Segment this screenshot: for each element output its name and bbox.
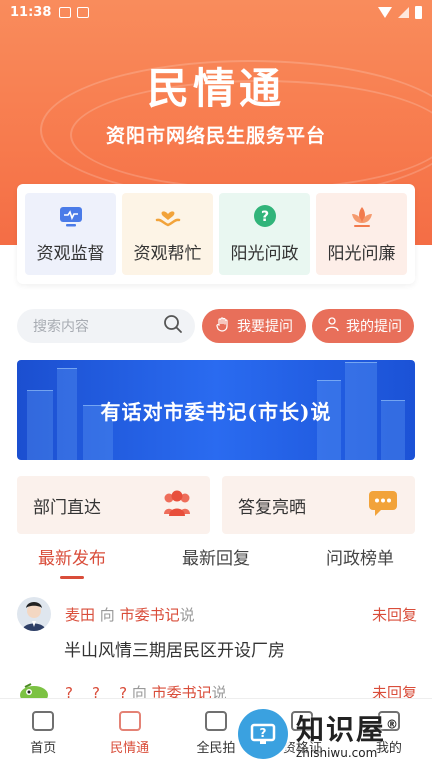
status-right — [378, 5, 422, 19]
camera-icon — [205, 711, 228, 731]
chat-bubble-icon — [367, 488, 399, 522]
department-direct-label: 部门直达 — [33, 497, 101, 518]
feature-label: 资观监督 — [36, 244, 105, 264]
reply-showcase-label: 答复亮晒 — [238, 497, 306, 518]
svg-text:?: ? — [260, 209, 268, 225]
post-verb: 向 — [99, 605, 115, 624]
my-questions-button[interactable]: 我的提问 — [312, 309, 414, 343]
status-badge: 未回复 — [371, 605, 417, 624]
nav-label: 全民拍 — [196, 741, 236, 756]
group-icon — [160, 488, 194, 522]
lotus-icon — [348, 203, 376, 231]
ask-question-button[interactable]: 我要提问 — [202, 309, 306, 343]
bottom-nav: 首页 民情通 全民拍 资格证 我的 — [0, 698, 432, 768]
my-questions-label: 我的提问 — [346, 319, 402, 335]
search-icon[interactable] — [163, 314, 183, 338]
post-meta: 麦田 向 市委书记说 — [65, 604, 372, 625]
nav-label: 我的 — [375, 741, 402, 756]
ask-question-label: 我要提问 — [237, 319, 293, 335]
post-title[interactable]: 半山风情三期居民区开设厂房 — [64, 636, 285, 661]
feature-politics[interactable]: ? 阳光问政 — [219, 193, 310, 275]
nav-mine[interactable]: 我的 — [346, 699, 432, 768]
nav-minqingtong[interactable]: 民情通 — [86, 699, 172, 768]
feature-label: 阳光问廉 — [327, 244, 396, 264]
post-suffix: 说 — [179, 605, 195, 624]
department-direct-button[interactable]: 部门直达 — [17, 476, 210, 534]
signal-icon — [398, 6, 409, 18]
avatar — [17, 597, 51, 631]
nav-certificate[interactable]: 资格证 — [259, 699, 345, 768]
feature-label: 资观帮忙 — [133, 244, 202, 264]
app-subtitle: 资阳市网络民生服务平台 — [105, 125, 326, 147]
image-icon — [59, 6, 72, 18]
raised-hand-icon — [215, 316, 231, 336]
active-tab-indicator — [60, 576, 84, 579]
feature-help[interactable]: 资观帮忙 — [122, 193, 213, 275]
app-title: 民情通 — [146, 64, 285, 113]
status-bar: 11:38 — [0, 0, 432, 24]
nav-label: 民情通 — [110, 741, 150, 756]
home-icon — [32, 711, 55, 731]
tab-latest-replies[interactable]: 最新回复 — [144, 540, 288, 582]
nav-home[interactable]: 首页 — [0, 699, 86, 768]
user-icon — [377, 711, 400, 731]
monitor-icon — [57, 203, 85, 231]
helping-hand-icon — [154, 203, 182, 231]
banner[interactable]: 有话对市委书记(市长)说 — [17, 360, 415, 460]
reply-showcase-button[interactable]: 答复亮晒 — [222, 476, 415, 534]
post-author[interactable]: 麦田 — [65, 606, 95, 624]
search-placeholder: 搜索内容 — [33, 319, 89, 335]
post-header[interactable]: 麦田 向 市委书记说 未回复 — [17, 596, 417, 632]
notification-icon — [77, 6, 90, 18]
search-input[interactable]: 搜索内容 — [17, 309, 195, 343]
wifi-icon — [378, 6, 392, 18]
feature-integrity[interactable]: 阳光问廉 — [316, 193, 407, 275]
nav-citizen-photo[interactable]: 全民拍 — [173, 699, 259, 768]
tab-rankings[interactable]: 问政榜单 — [288, 540, 432, 582]
feature-supervision[interactable]: 资观监督 — [25, 193, 116, 275]
certificate-icon — [291, 711, 314, 731]
nav-label: 资格证 — [282, 741, 322, 756]
user-icon — [324, 316, 340, 336]
status-time: 11:38 — [10, 4, 52, 20]
nav-label: 首页 — [30, 741, 57, 756]
battery-icon — [415, 5, 422, 19]
clipboard-icon — [118, 711, 141, 731]
post-target: 市委书记 — [119, 605, 180, 624]
question-bubble-icon: ? — [251, 203, 279, 231]
feature-label: 阳光问政 — [230, 244, 299, 264]
feature-card: 资观监督 资观帮忙 ? 阳光问政 阳光问廉 — [17, 184, 415, 284]
banner-text: 有话对市委书记(市长)说 — [100, 400, 332, 424]
